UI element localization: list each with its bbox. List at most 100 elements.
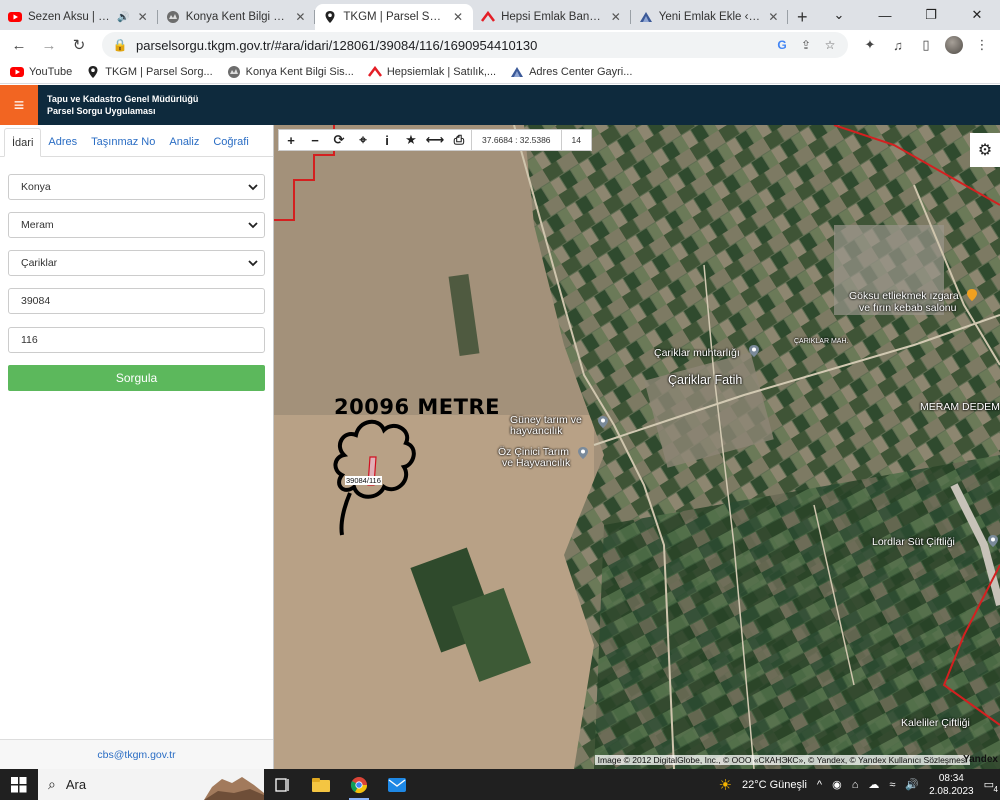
- media-control-icon[interactable]: ♫: [886, 33, 910, 57]
- extensions-icon[interactable]: ✦: [858, 33, 882, 57]
- volume-icon[interactable]: 🔊: [905, 778, 919, 791]
- location-pin-icon[interactable]: [577, 446, 589, 460]
- hamburger-menu-button[interactable]: ≡: [0, 85, 38, 125]
- onedrive-icon[interactable]: ☁: [868, 778, 879, 791]
- address-bar[interactable]: 🔒 parselsorgu.tkgm.gov.tr/#ara/idari/128…: [102, 32, 848, 58]
- close-window-icon[interactable]: ✕: [954, 7, 1000, 23]
- bookmark-label: YouTube: [29, 65, 73, 78]
- location-pin-icon[interactable]: [597, 415, 609, 429]
- place-label[interactable]: hayvancılık: [510, 426, 563, 437]
- file-explorer-icon[interactable]: [302, 769, 340, 800]
- tab-adres-center[interactable]: Yeni Emlak Ekle ‹ Adres C ✕: [631, 4, 789, 30]
- speaker-icon[interactable]: 🔊: [117, 12, 129, 23]
- bookmark-hepsiemlak[interactable]: Hepsiemlak | Satılık,...: [367, 65, 496, 79]
- notification-count: 4: [993, 785, 998, 794]
- profile-avatar[interactable]: [942, 33, 966, 57]
- reload-button[interactable]: ↻: [66, 32, 92, 58]
- place-label[interactable]: Kaleliler Çiftliği: [901, 718, 970, 729]
- tab-analiz[interactable]: Analiz: [162, 128, 206, 156]
- windows-start-button[interactable]: [0, 769, 38, 800]
- taskbar-search[interactable]: ⌕ Ara: [38, 769, 264, 800]
- tab-hepsiemlak[interactable]: Hepsi Emlak Bana Özel ✕: [473, 4, 631, 30]
- task-view-icon[interactable]: [264, 769, 302, 800]
- satellite-map[interactable]: + − ⟳ ⌖ i ★ ⟷ ⎙ 37.6684 : 32.5386 14 ⚙ G…: [274, 125, 1000, 769]
- app-title-line2: Parsel Sorgu Uygulaması: [47, 106, 156, 116]
- chevron-up-icon[interactable]: ^: [817, 779, 822, 791]
- weather-sun-icon[interactable]: ☀: [719, 776, 732, 794]
- tab-search-icon[interactable]: ⌄: [816, 7, 862, 23]
- clock[interactable]: 08:34 2.08.2023: [929, 772, 974, 798]
- parcel-label[interactable]: 39084/116: [345, 476, 382, 485]
- menu-kebab-icon[interactable]: ⋮: [970, 33, 994, 57]
- place-label[interactable]: MERAM DEDEM: [920, 402, 1000, 413]
- minimize-icon[interactable]: —: [862, 8, 908, 23]
- weather-text[interactable]: 22°C Güneşli: [742, 779, 807, 791]
- tab-tkgm[interactable]: TKGM | Parsel Sorgu Uyg ✕: [315, 4, 474, 30]
- parcel-no-input[interactable]: 116: [8, 327, 265, 353]
- place-label[interactable]: Çariklar Fatih: [668, 374, 742, 387]
- close-icon[interactable]: ✕: [451, 10, 465, 24]
- map-attribution[interactable]: Image © 2012 DigitalGlobe, Inc., © ООО «…: [594, 755, 970, 765]
- location-pin-icon[interactable]: [748, 344, 760, 358]
- measure-icon[interactable]: ⟷: [423, 129, 447, 151]
- place-label[interactable]: ve fırın kebab salonu: [859, 303, 956, 314]
- close-icon[interactable]: ✕: [766, 10, 780, 24]
- star-icon[interactable]: ☆: [822, 38, 838, 52]
- place-label[interactable]: Çariklar muhtarlığı: [654, 348, 740, 359]
- bookmark-label: Konya Kent Bilgi Sis...: [245, 65, 354, 78]
- back-button[interactable]: ←: [6, 32, 32, 58]
- record-icon[interactable]: ◉: [832, 778, 842, 791]
- query-button[interactable]: Sorgula: [8, 365, 265, 391]
- province-select[interactable]: Konya: [8, 174, 265, 200]
- zoom-out-button[interactable]: −: [303, 129, 327, 151]
- place-label[interactable]: Lordlar Süt Çiftliği: [872, 537, 955, 548]
- network-icon[interactable]: ⌂: [852, 779, 859, 791]
- tab-tasinmaz-no[interactable]: Taşınmaz No: [84, 128, 162, 156]
- place-label[interactable]: ve Hayvancılık: [502, 458, 570, 469]
- youtube-icon: [8, 10, 22, 24]
- refresh-icon[interactable]: ⟳: [327, 129, 351, 151]
- tab-cografi[interactable]: Coğrafi: [206, 128, 255, 156]
- block-no-input[interactable]: 39084: [8, 288, 265, 314]
- notification-icon[interactable]: ▭ 4: [984, 778, 998, 794]
- google-translate-icon[interactable]: G: [774, 38, 790, 52]
- info-icon[interactable]: i: [375, 129, 399, 151]
- locate-icon[interactable]: ⌖: [351, 129, 375, 151]
- district-select[interactable]: Meram: [8, 212, 265, 238]
- tab-sezen-aksu[interactable]: Sezen Aksu | Gelecek 🔊 ✕: [0, 4, 158, 30]
- bookmark-adres-center[interactable]: Adres Center Gayri...: [510, 65, 632, 79]
- chrome-icon[interactable]: [340, 769, 378, 800]
- bookmark-label: TKGM | Parsel Sorg...: [105, 65, 213, 78]
- clock-time: 08:34: [938, 772, 964, 784]
- tab-idari[interactable]: İdari: [4, 128, 42, 157]
- tab-adres[interactable]: Adres: [41, 128, 84, 156]
- place-label[interactable]: Göksu etliekmek ızgara: [849, 291, 959, 302]
- close-icon[interactable]: ✕: [609, 10, 623, 24]
- wifi-icon[interactable]: ≈: [889, 779, 895, 791]
- close-icon[interactable]: ✕: [136, 10, 150, 24]
- mail-icon[interactable]: [378, 769, 416, 800]
- share-icon[interactable]: ⇪: [798, 38, 814, 52]
- bookmark-youtube[interactable]: YouTube: [10, 65, 72, 79]
- lock-icon[interactable]: 🔒: [112, 38, 128, 52]
- url-text[interactable]: parselsorgu.tkgm.gov.tr/#ara/idari/12806…: [136, 38, 766, 53]
- tab-konya-kent[interactable]: Konya Kent Bilgi Sistemi ✕: [158, 4, 316, 30]
- side-panel-icon[interactable]: ▯: [914, 33, 938, 57]
- location-pin-icon[interactable]: [987, 534, 999, 548]
- city-logo-icon: [166, 10, 180, 24]
- zoom-in-button[interactable]: +: [279, 129, 303, 151]
- place-label[interactable]: ÇARIKLAR MAH.: [794, 336, 848, 347]
- restore-icon[interactable]: ❐: [908, 7, 954, 23]
- close-icon[interactable]: ✕: [293, 10, 307, 24]
- star-icon[interactable]: ★: [399, 129, 423, 151]
- forward-button[interactable]: →: [36, 32, 62, 58]
- print-icon[interactable]: ⎙: [447, 129, 471, 151]
- new-tab-button[interactable]: +: [788, 4, 816, 30]
- yandex-logo[interactable]: Yandex: [963, 754, 998, 765]
- contact-email-link[interactable]: cbs@tkgm.gov.tr: [0, 739, 273, 769]
- neighborhood-select[interactable]: Çariklar: [8, 250, 265, 276]
- bookmark-tkgm[interactable]: TKGM | Parsel Sorg...: [86, 65, 213, 79]
- bookmark-konya-kent[interactable]: Konya Kent Bilgi Sis...: [227, 65, 354, 79]
- gear-icon[interactable]: ⚙: [970, 133, 1000, 167]
- restaurant-pin-icon[interactable]: [966, 288, 978, 302]
